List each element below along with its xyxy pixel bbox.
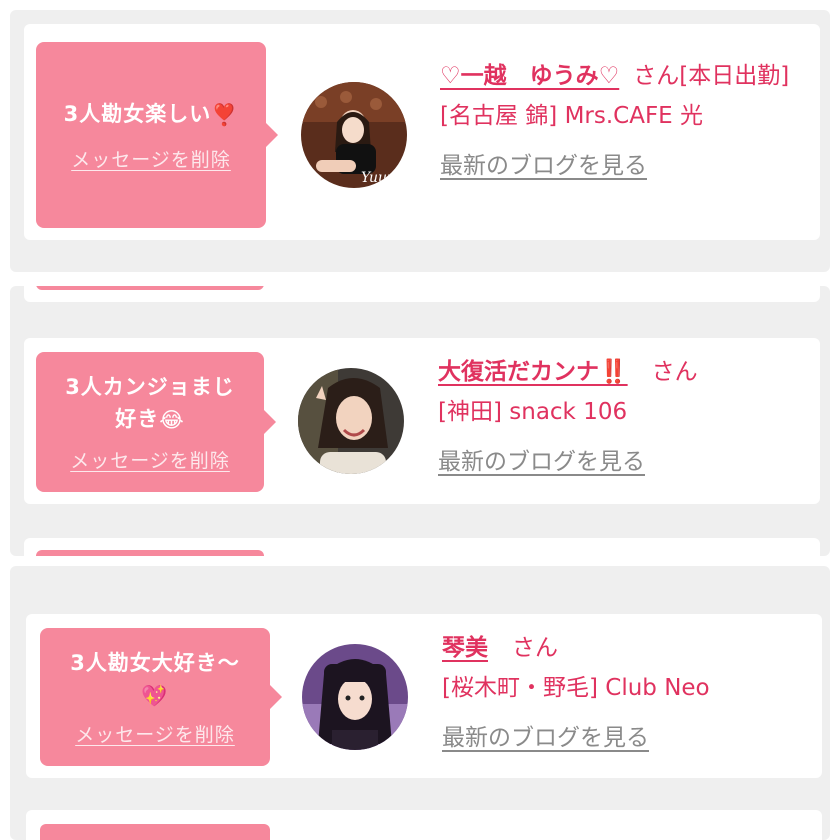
shop-name: [神田] snack 106: [438, 399, 628, 425]
bubble-peek: [36, 286, 264, 290]
message-panel-3: 3人勘女大好き〜 💖 メッセージを削除 琴美 さん [桜木町・野毛] Club Ne…: [10, 566, 830, 840]
honorific: さん: [512, 635, 558, 661]
work-status: [本日出勤]: [679, 63, 790, 89]
message-text: 3人勘女大好き〜 💖: [55, 647, 255, 712]
latest-blog-link[interactable]: 最新のブログを見る: [440, 146, 810, 186]
message-panel-1: 3人勘女楽しい❣️ メッセージを削除 Yuum ♡一越 ゆうみ♡ さん[本日出勤…: [10, 10, 830, 272]
latest-blog-link[interactable]: 最新のブログを見る: [438, 442, 808, 482]
avatar[interactable]: [298, 368, 404, 474]
cast-info: 琴美 さん [桜木町・野毛] Club Neo 最新のブログを見る: [442, 628, 812, 758]
honorific: さん: [651, 359, 698, 385]
card-peek-bottom: [26, 810, 822, 840]
honorific: さん: [633, 63, 680, 89]
cast-name-link[interactable]: ♡一越 ゆうみ♡: [440, 63, 619, 89]
bubble-peek: [40, 824, 270, 840]
heart-exclamation-icon: ❣️: [211, 103, 239, 127]
message-bubble: 3人勘女大好き〜 💖 メッセージを削除: [40, 628, 282, 766]
delete-message-button[interactable]: メッセージを削除: [70, 446, 230, 473]
message-text: 3人勘女楽しい❣️: [64, 98, 239, 131]
message-bubble: 3人勘女楽しい❣️ メッセージを削除: [36, 42, 278, 228]
message-text: 3人カンジョまじ好き😂: [55, 371, 245, 436]
cast-info: ♡一越 ゆうみ♡ さん[本日出勤] [名古屋 錦] Mrs.CAFE 光 最新のブ…: [440, 56, 810, 186]
card-peek-top: [24, 286, 820, 302]
shop-name: [名古屋 錦] Mrs.CAFE 光: [440, 103, 704, 129]
message-bubble: 3人カンジョまじ好き😂 メッセージを削除: [36, 352, 276, 492]
card-peek-bottom: [24, 538, 820, 556]
svg-text:Yuum: Yuum: [361, 170, 400, 186]
cast-info: 大復活だカンナ‼️ さん [神田] snack 106 最新のブログを見る: [438, 352, 808, 482]
cast-name-link[interactable]: 琴美: [442, 635, 488, 661]
cast-name-line: 琴美 さん: [442, 628, 812, 668]
bubble-peek: [36, 550, 264, 556]
shop-name: [桜木町・野毛] Club Neo: [442, 675, 710, 701]
laughing-tears-icon: 😂: [159, 408, 185, 432]
cast-name-link[interactable]: 大復活だカンナ‼️: [438, 359, 628, 385]
avatar[interactable]: Yuum: [301, 82, 407, 188]
message-card-3: 3人勘女大好き〜 💖 メッセージを削除 琴美 さん [桜木町・野毛] Club Ne…: [26, 614, 822, 778]
delete-message-button[interactable]: メッセージを削除: [71, 145, 231, 172]
sparkling-heart-icon: 💖: [141, 684, 169, 708]
avatar[interactable]: [302, 644, 408, 750]
message-panel-2: 3人カンジョまじ好き😂 メッセージを削除 大復活だカンナ‼️ さん [神田] sn…: [10, 286, 830, 556]
double-exclamation-icon: ‼️: [599, 359, 628, 385]
cast-name-line: ♡一越 ゆうみ♡ さん[本日出勤]: [440, 56, 810, 96]
delete-message-button[interactable]: メッセージを削除: [75, 720, 235, 747]
latest-blog-link[interactable]: 最新のブログを見る: [442, 718, 812, 758]
message-card-2: 3人カンジョまじ好き😂 メッセージを削除 大復活だカンナ‼️ さん [神田] sn…: [24, 338, 820, 504]
cast-name-line: 大復活だカンナ‼️ さん: [438, 352, 808, 392]
message-card-1: 3人勘女楽しい❣️ メッセージを削除 Yuum ♡一越 ゆうみ♡ さん[本日出勤…: [24, 24, 820, 240]
